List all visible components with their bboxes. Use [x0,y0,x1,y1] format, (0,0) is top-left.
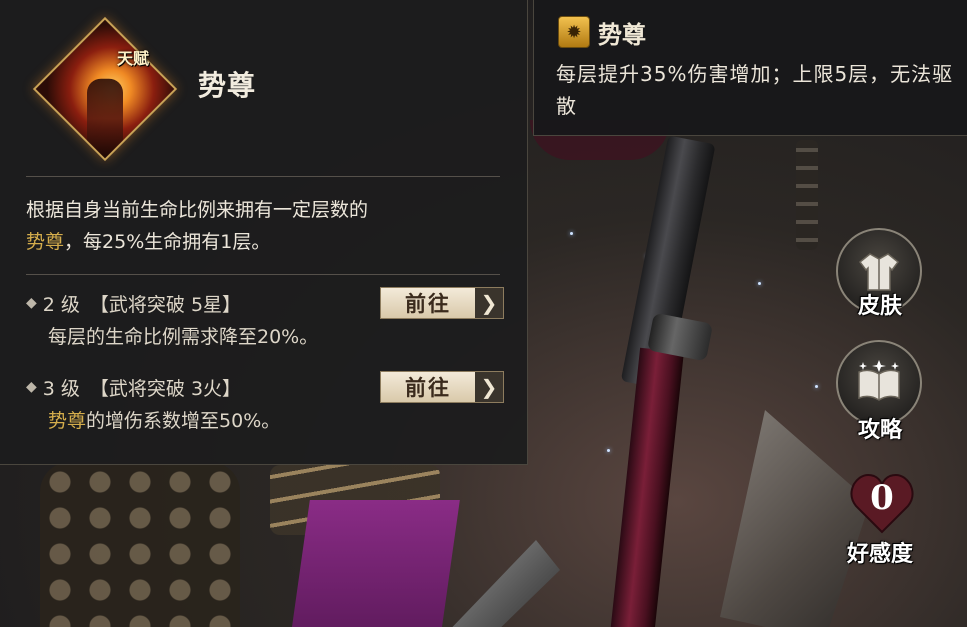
talent-panel: 天赋 势尊 根据自身当前生命比例来拥有一定层数的 势尊，每25%生命拥有1层。 … [0,0,528,465]
upgrade-requirement: 【武将突破 3火】 [89,377,242,400]
guide-label: 攻略 [857,417,902,443]
talent-icon: 天赋 [32,16,178,162]
upgrade-requirement: 【武将突破 5星】 [89,293,242,316]
skin-button[interactable]: 皮肤 [832,228,930,326]
affinity-value: 0 [870,478,894,518]
description-highlight: 势尊 [26,231,65,253]
buff-title: 势尊 [598,20,646,49]
talent-description: 根据自身当前生命比例来拥有一定层数的 势尊，每25%生命拥有1层。 [26,194,506,258]
goto-label: 前往 [405,291,451,316]
description-rest: ，每25%生命拥有1层。 [64,231,271,253]
description-line1: 根据自身当前生命比例来拥有一定层数的 [26,199,369,221]
upgrade-level-2: ◆ 2 级 【武将突破 5星】 每层的生命比例需求降至20%。 前往 ❯ [26,286,506,354]
diamond-bullet-icon: ◆ [26,379,37,395]
upgrade-desc-text: 的增伤系数增至50%。 [86,410,281,432]
talent-tag: 天赋 [117,49,150,68]
divider [26,176,500,177]
flame-mask-icon: ✹ [558,16,590,48]
talent-portrait [32,16,178,162]
buff-description: 每层提升35%伤害增加；上限5层，无法驱散 [556,62,954,118]
skin-label: 皮肤 [857,293,902,319]
guide-button[interactable]: 攻略 [832,340,930,443]
goto-button-level-2[interactable]: 前往 ❯ [380,287,504,319]
divider [26,274,500,275]
chain-decoration [796,140,818,250]
upgrade-description: 势尊的增伤系数增至50%。 [48,404,506,438]
double-chevron-right-icon: ❯ [475,288,503,318]
double-chevron-right-icon: ❯ [475,372,503,402]
upgrade-description: 每层的生命比例需求降至20%。 [48,326,319,348]
talent-name: 势尊 [198,69,257,102]
affinity-label: 好感度 [846,541,913,567]
scale-armor [40,462,240,627]
goto-label: 前往 [405,375,451,400]
diamond-bullet-icon: ◆ [26,295,37,311]
affinity-button[interactable]: 0 好感度 [832,470,930,568]
goto-button-level-3[interactable]: 前往 ❯ [380,371,504,403]
upgrade-level: 2 级 [42,293,80,316]
upgrade-desc-highlight: 势尊 [48,410,87,432]
buff-tooltip: ✹ 势尊 每层提升35%伤害增加；上限5层，无法驱散 [533,0,967,136]
upgrade-level-3: ◆ 3 级 【武将突破 3火】 势尊的增伤系数增至50%。 前往 ❯ [26,370,506,438]
upgrade-level: 3 级 [42,377,80,400]
